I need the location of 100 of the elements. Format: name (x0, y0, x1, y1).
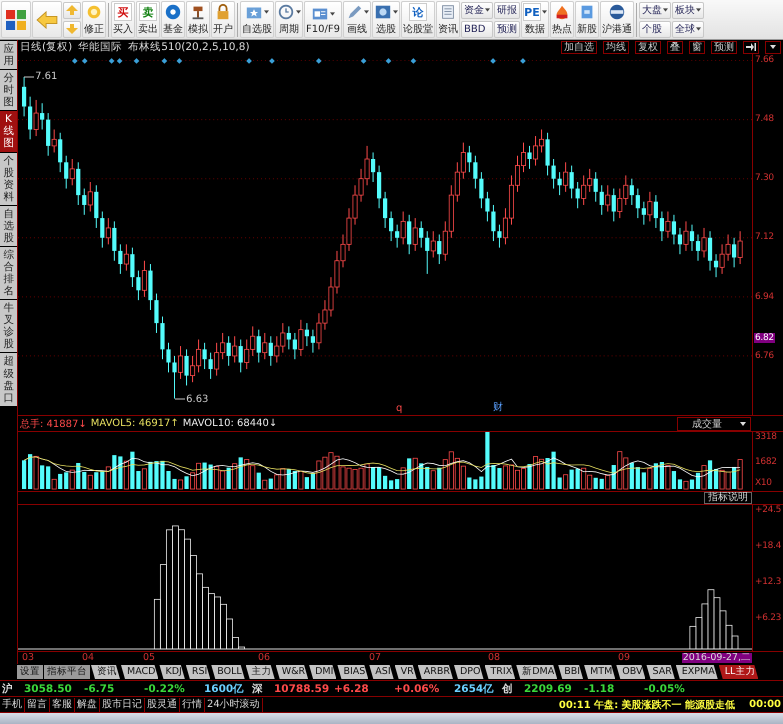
news-ticker[interactable]: 00:11 午盘: 美股涨跌不一 能源股走低 (558, 698, 736, 712)
status-link[interactable]: 留言 (25, 698, 50, 712)
indicator-axis-label: +6.23 (754, 613, 782, 623)
indicator-tab[interactable]: MTM (584, 665, 616, 679)
indicator-tab[interactable]: ARBR (418, 665, 453, 679)
toolbar-button[interactable]: 画线 (342, 1, 371, 38)
toolbar-button[interactable]: PE 数据 (520, 1, 549, 38)
toolbar-button[interactable]: 资金 (460, 2, 493, 18)
toolbar-button[interactable]: 卖 卖出 (136, 1, 160, 38)
status-link[interactable]: 行情 (180, 698, 205, 712)
side-tab[interactable]: 综合排名 (0, 246, 17, 300)
caret-icon (392, 10, 398, 14)
toolbar-button[interactable]: 基金 (161, 1, 185, 38)
chart-button[interactable]: 均线 (603, 40, 629, 54)
indicator-tab[interactable]: W&R (276, 665, 308, 679)
chart-button[interactable]: 叠 (667, 40, 683, 54)
toolbar-button[interactable]: 选股 (372, 1, 400, 38)
toolbar-button[interactable]: 论 论股堂 (400, 1, 435, 38)
toolbar-button[interactable]: 修正 (82, 1, 106, 38)
candlestick (636, 188, 640, 219)
event-marker[interactable]: 财 (493, 400, 503, 414)
volume-reading: MAVOL10: 68440↓ (182, 418, 278, 429)
indicator-tab[interactable]: OBV (616, 665, 646, 679)
status-link[interactable]: 解盘 (75, 698, 100, 712)
disc-icon (164, 3, 182, 21)
toolbar-button[interactable]: 沪港通 (600, 1, 634, 38)
indicator-tab[interactable]: BOLL (211, 665, 245, 679)
indicator-tab[interactable]: BIAS (337, 665, 368, 679)
status-link[interactable]: 股市日记 (100, 698, 145, 712)
candlestick (702, 227, 707, 258)
candlestick (708, 230, 712, 272)
indicator-tab[interactable]: TRIX (484, 665, 516, 679)
candlestick (82, 188, 86, 216)
indicator-help-button[interactable]: 指标说明 (704, 492, 752, 504)
indicator-tab[interactable]: MACD (121, 665, 158, 679)
side-tab[interactable]: 超级盘口 (0, 353, 17, 406)
indicator-tab[interactable]: 主力 (246, 665, 275, 679)
toolbar-button[interactable]: 全球 (672, 20, 704, 38)
indicator-tab[interactable]: BBI (558, 665, 584, 679)
side-tab[interactable]: 应用 (0, 41, 17, 70)
toolbar-button[interactable]: 大盘 (638, 2, 671, 18)
indicator-tab[interactable]: 指标平台 (44, 665, 90, 679)
quote-value: -0.05% (644, 682, 686, 694)
toolbar-button[interactable]: 模拟 (186, 1, 210, 38)
status-link[interactable]: 股灵通 (145, 698, 180, 712)
candlestick (310, 329, 316, 354)
indicator-tab[interactable]: SAR (646, 665, 675, 679)
event-marker[interactable]: q (396, 403, 402, 414)
status-link[interactable]: 手机 (0, 698, 25, 712)
candlestick (714, 254, 718, 278)
toolbar-button[interactable]: 周期 (275, 1, 303, 38)
status-link[interactable]: 24小时滚动 (205, 698, 263, 712)
indicator-tab[interactable]: EXPMA (676, 665, 718, 679)
side-tab[interactable]: 牛叉诊股 (0, 300, 17, 352)
candlestick (232, 336, 238, 363)
toolbar-button[interactable]: 买 买入 (111, 1, 135, 38)
side-tab[interactable]: 个股资料 (0, 152, 17, 205)
candlestick (400, 211, 406, 245)
indicator-tab[interactable]: 新DMA (516, 665, 558, 679)
month-label: 08 (488, 653, 500, 663)
up-arrow-icon (66, 5, 78, 15)
indicator-dropdown[interactable]: 成交量 (677, 416, 751, 430)
toolbar-button[interactable]: 研报 (494, 2, 520, 18)
toolbar-button[interactable]: 新股 (574, 1, 599, 38)
quote-value: -0.22% (144, 682, 186, 694)
back-button[interactable] (32, 1, 62, 38)
candlestick (425, 230, 430, 274)
toolbar-button[interactable]: 资讯 (436, 1, 460, 38)
pin-button[interactable] (743, 40, 759, 54)
toolbar-button[interactable]: 板块 (672, 2, 704, 18)
side-tab[interactable]: K线图 (0, 111, 17, 152)
indicator-tab[interactable]: DMI (309, 665, 336, 679)
toolbar-button[interactable]: BBD (460, 20, 493, 38)
chart-button[interactable]: 预测 (711, 40, 737, 54)
indicator-tab[interactable]: KDJ (159, 665, 185, 679)
toolbar-button[interactable]: 热点 (550, 1, 574, 38)
toolbar-button[interactable]: 自选股 (240, 1, 274, 38)
side-tab[interactable]: 分时图 (0, 70, 17, 110)
chart-button[interactable]: 复权 (635, 40, 661, 54)
status-link[interactable]: 客服 (50, 698, 75, 712)
home-button[interactable] (1, 1, 31, 38)
news-ticker[interactable]: 00:00 (749, 699, 781, 710)
candlestick (612, 188, 616, 222)
indicator-tab[interactable]: LL主力 (718, 665, 758, 679)
month-label: 09 (618, 653, 630, 663)
indicator-tab[interactable]: ASI (369, 665, 394, 679)
toolbar-button[interactable]: F10/F9 (304, 1, 342, 38)
month-label: 04 (82, 653, 94, 663)
chart-button[interactable]: 加自选 (561, 40, 597, 54)
indicator-tab[interactable]: 设置 (17, 665, 43, 679)
indicator-tab[interactable]: VR (394, 665, 417, 679)
indicator-tab[interactable]: DPO (454, 665, 484, 679)
indicator-tab[interactable]: RSI (186, 665, 210, 679)
chart-button[interactable]: 窗 (689, 40, 705, 54)
toolbar-button[interactable]: 开户 (211, 1, 235, 38)
toolbar-button[interactable]: 个股 (638, 20, 671, 38)
indicator-tab[interactable]: 资讯 (91, 665, 120, 679)
menu-button[interactable] (765, 40, 781, 54)
toolbar-button[interactable]: 预测 (494, 20, 520, 38)
side-tab[interactable]: 自选股 (0, 206, 17, 246)
